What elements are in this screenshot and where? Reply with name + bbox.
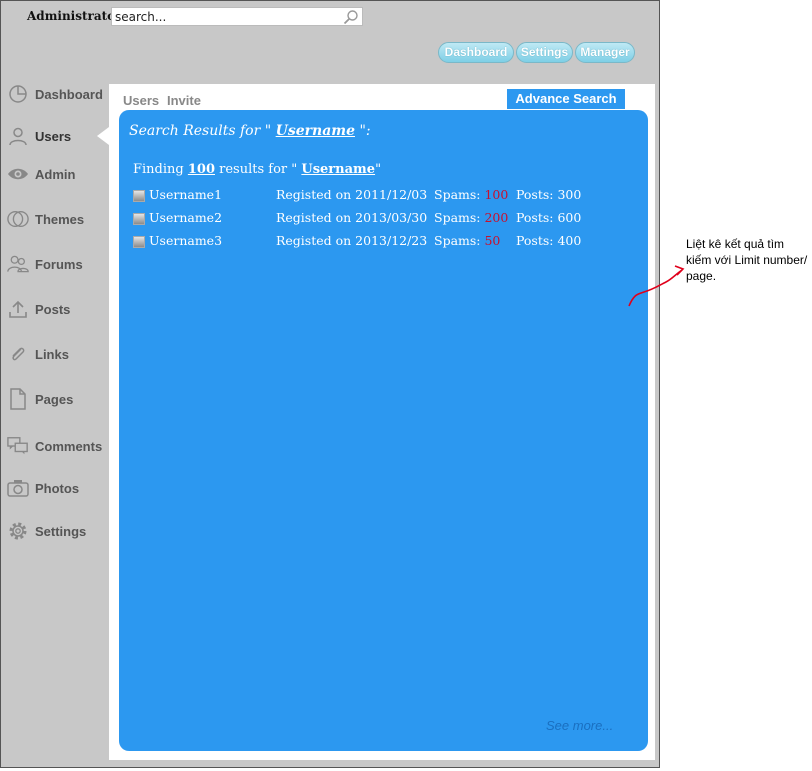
sidebar-item-label: Links: [35, 346, 69, 362]
annotation-arrow: [628, 265, 685, 307]
result-registered: Registed on 2013/03/30: [276, 210, 428, 225]
gear-icon: [7, 520, 29, 542]
result-username[interactable]: Username2: [149, 210, 222, 225]
sidebar-item-comments[interactable]: Comments: [7, 433, 102, 459]
result-posts: Posts: 300: [516, 187, 582, 202]
sidebar-item-photos[interactable]: Photos: [7, 475, 79, 501]
result-spams: Spams: 50: [434, 233, 501, 248]
search-box[interactable]: [111, 7, 363, 26]
sidebar-item-links[interactable]: Links: [7, 341, 69, 367]
sidebar-item-settings[interactable]: Settings: [7, 518, 86, 544]
sidebar-item-label: Posts: [35, 301, 71, 317]
page-icon: [7, 388, 29, 410]
tab-invite[interactable]: Invite: [167, 93, 201, 108]
circles-icon: [7, 208, 29, 230]
admin-label: Administrator: [27, 9, 122, 23]
result-posts: Posts: 400: [516, 233, 582, 248]
user-icon: [7, 125, 29, 147]
row-checkbox[interactable]: [133, 213, 145, 225]
search-results-box: Search Results for " Username ": Finding…: [119, 110, 648, 751]
sidebar-item-forums[interactable]: Forums: [7, 251, 83, 277]
result-username[interactable]: Username1: [149, 187, 222, 202]
camera-icon: [7, 477, 29, 499]
sidebar-item-themes[interactable]: Themes: [7, 206, 84, 232]
eye-icon: [7, 163, 29, 185]
top-manager-button[interactable]: Manager: [575, 42, 635, 63]
sidebar-item-label: Themes: [35, 211, 85, 227]
result-spams-count: 50: [484, 233, 501, 248]
users-group-icon: [7, 253, 29, 275]
upload-icon: [7, 298, 29, 320]
results-count: Finding 100 results for " Username": [133, 162, 382, 177]
top-settings-button[interactable]: Settings: [516, 42, 573, 63]
result-spams-count: 100: [484, 187, 509, 202]
row-checkbox[interactable]: [133, 236, 145, 248]
pie-chart-icon: [7, 83, 29, 105]
sidebar-item-label: Pages: [35, 391, 74, 407]
top-dashboard-button[interactable]: Dashboard: [438, 42, 514, 63]
result-spams-count: 200: [484, 210, 509, 225]
result-row: Username2 Registed on 2013/03/30 Spams: …: [133, 210, 633, 228]
sidebar-item-admin[interactable]: Admin: [7, 161, 75, 187]
result-registered: Registed on 2013/12/23: [276, 233, 428, 248]
results-title: Search Results for " Username ":: [129, 123, 371, 139]
sidebar-item-label: Photos: [35, 480, 80, 496]
search-input[interactable]: [115, 8, 340, 25]
sidebar-item-dashboard[interactable]: Dashboard: [7, 81, 103, 107]
app-frame: Administrator Dashboard Settings Manager…: [0, 0, 660, 768]
sidebar-item-label: Users: [35, 128, 72, 144]
annotation-note: Liệt kê kết quả tìm kiếm với Limit numbe…: [686, 237, 808, 283]
row-checkbox[interactable]: [133, 190, 145, 202]
main-panel: Users Invite Advance Search Search Resul…: [109, 84, 655, 760]
result-spams: Spams: 200: [434, 210, 509, 225]
paperclip-icon: [7, 343, 29, 365]
active-pointer: [97, 127, 109, 145]
result-row: Username1 Registed on 2011/12/03 Spams: …: [133, 187, 633, 205]
results-count-term[interactable]: Username: [301, 162, 375, 177]
result-posts: Posts: 600: [516, 210, 582, 225]
result-registered: Registed on 2011/12/03: [276, 187, 428, 202]
result-username[interactable]: Username3: [149, 233, 222, 248]
advance-search-button[interactable]: Advance Search: [507, 89, 625, 109]
sidebar-item-label: Forums: [35, 256, 83, 272]
sidebar-item-label: Comments: [35, 438, 103, 454]
results-title-term[interactable]: Username: [276, 123, 355, 139]
tab-users[interactable]: Users: [123, 93, 159, 108]
result-row: Username3 Registed on 2013/12/23 Spams: …: [133, 233, 633, 251]
sidebar-item-users[interactable]: Users: [7, 123, 71, 149]
sidebar-item-pages[interactable]: Pages: [7, 386, 73, 412]
comments-icon: [7, 435, 29, 457]
sidebar-item-label: Admin: [35, 166, 76, 182]
results-count-number: 100: [187, 162, 215, 177]
sidebar-item-posts[interactable]: Posts: [7, 296, 70, 322]
sidebar-item-label: Settings: [35, 523, 87, 539]
sidebar-item-label: Dashboard: [35, 86, 103, 102]
result-spams: Spams: 100: [434, 187, 509, 202]
see-more-link[interactable]: See more...: [546, 718, 613, 733]
search-icon[interactable]: [343, 9, 359, 29]
